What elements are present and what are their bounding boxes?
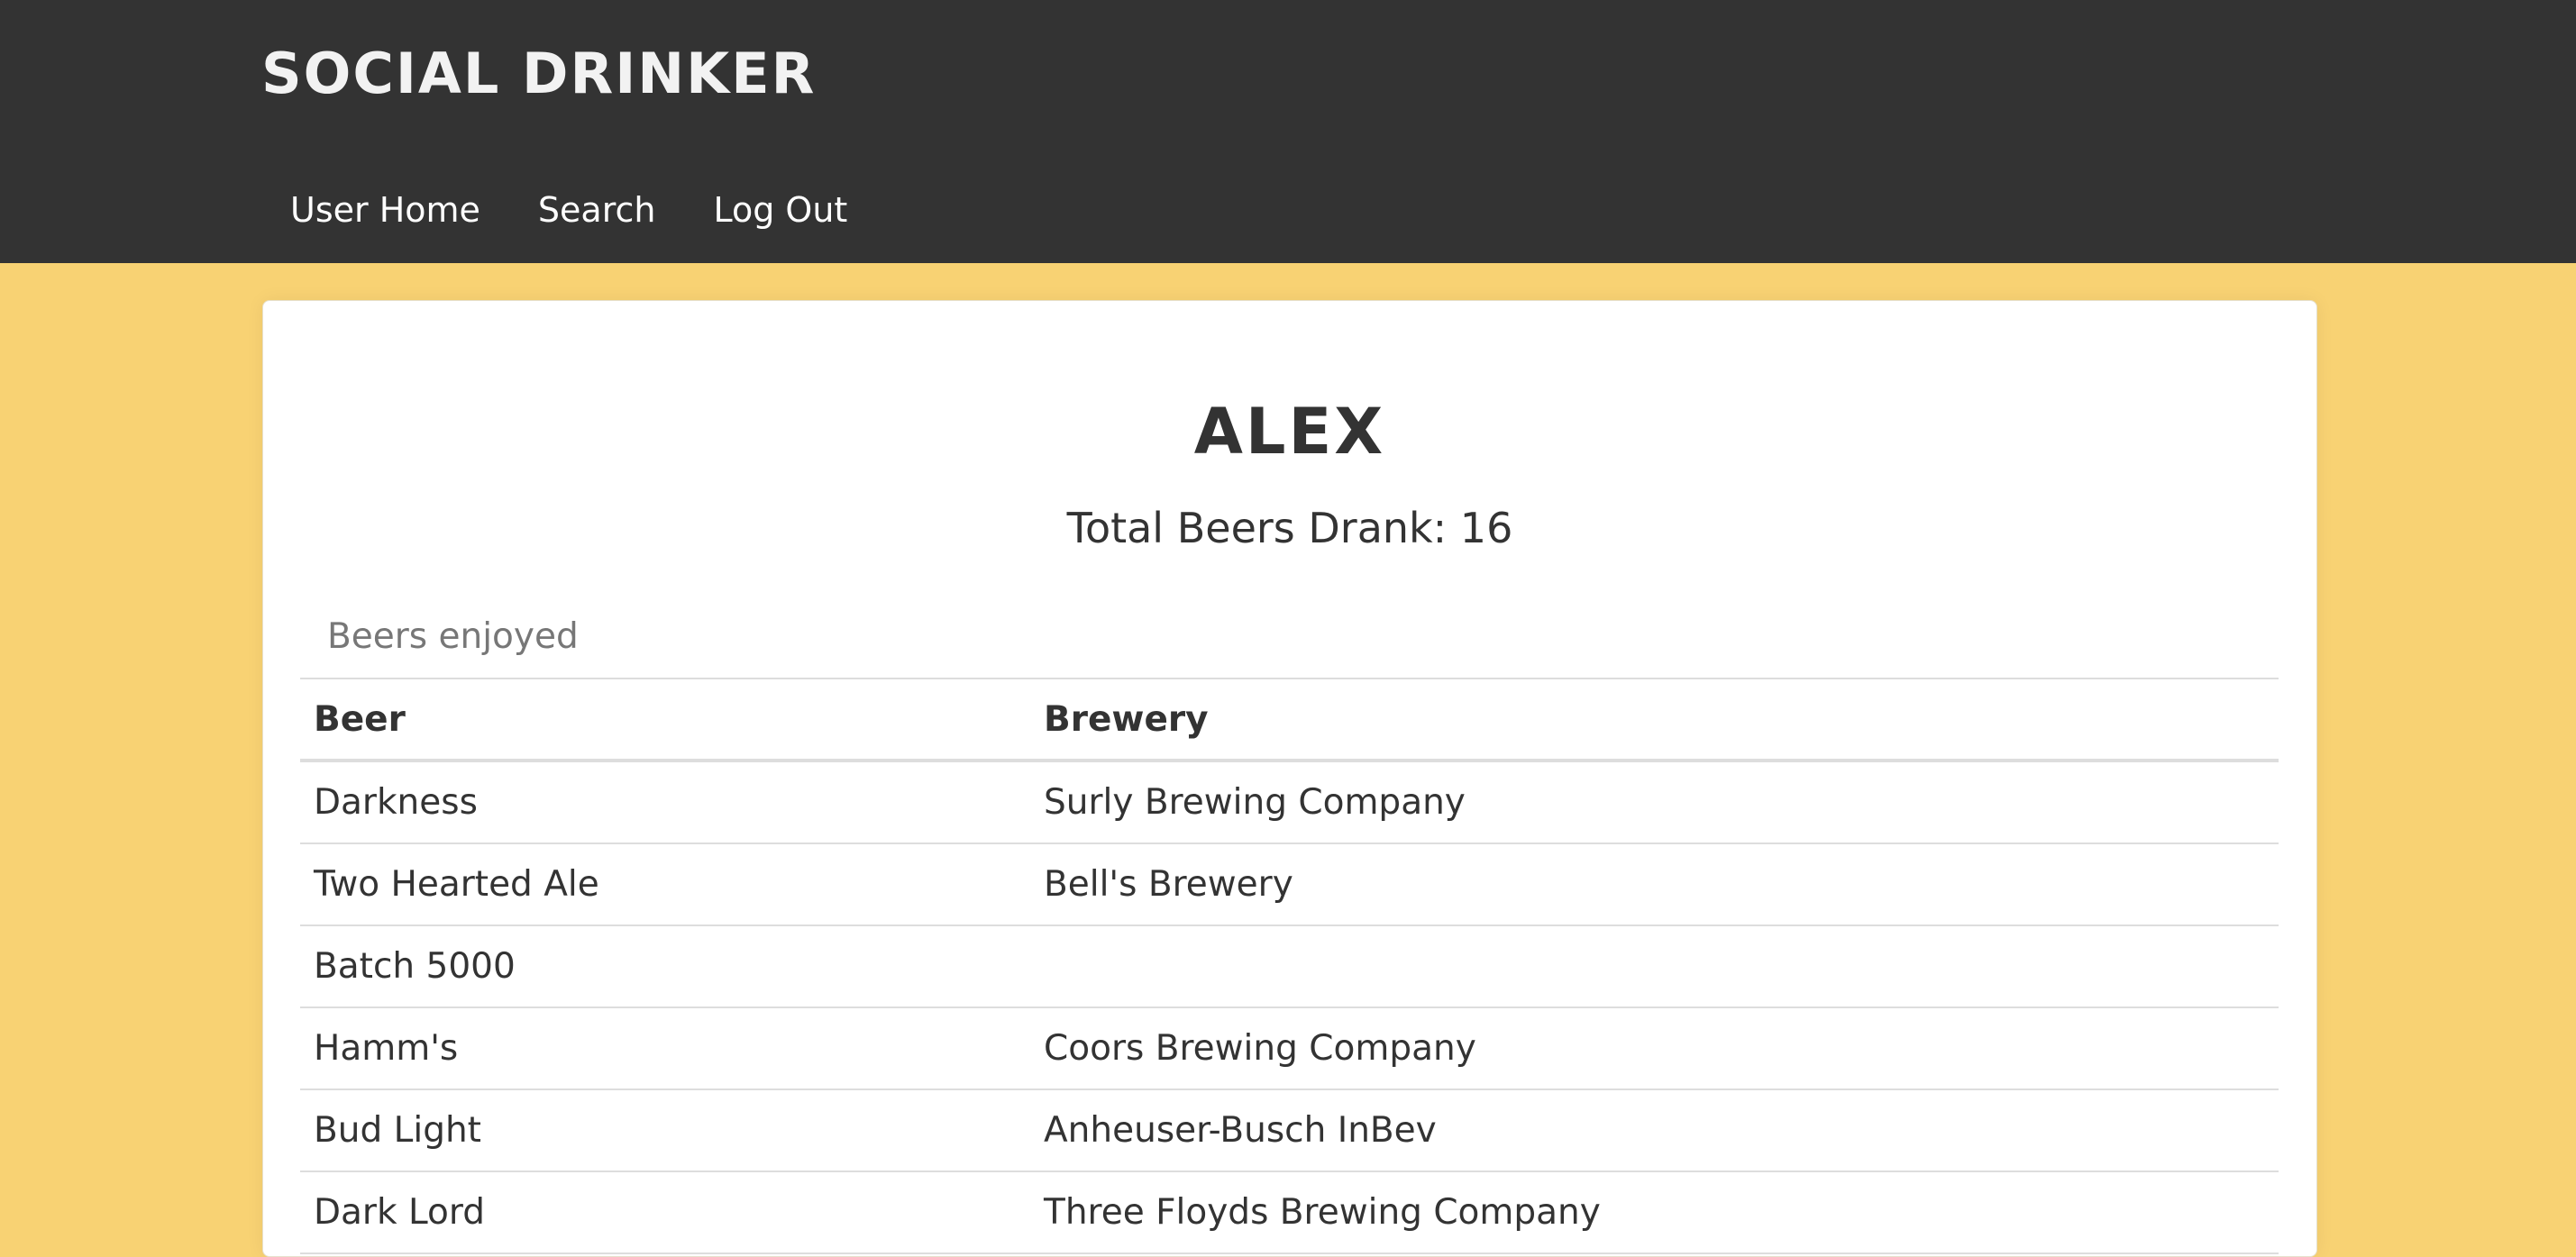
table-row: Darkness Surly Brewing Company xyxy=(300,761,2279,844)
table-row: Bud Light Anheuser-Busch InBev xyxy=(300,1089,2279,1172)
beer-cell: Two Hearted Ale xyxy=(300,843,1030,926)
table-row: Hamm's Coors Brewing Company xyxy=(300,1007,2279,1090)
table-row: Dark Lord Three Floyds Brewing Company xyxy=(300,1171,2279,1254)
brewery-cell: Bell's Brewery xyxy=(1030,843,2279,926)
nav-log-out-link[interactable]: Log Out xyxy=(684,178,876,241)
brewery-cell: Anheuser-Busch InBev xyxy=(1030,1089,2279,1172)
profile-name-heading: Alex xyxy=(1193,395,1386,469)
column-header-brewery: Brewery xyxy=(1030,678,2279,762)
brewery-cell xyxy=(1030,925,2279,1008)
brand-logo[interactable]: Social Drinker xyxy=(261,40,816,108)
beer-cell: Hamm's xyxy=(300,1007,1030,1090)
beer-cell: Dark Lord xyxy=(300,1171,1030,1254)
nav-search-link[interactable]: Search xyxy=(509,178,685,241)
beers-table-caption: Beers enjoyed xyxy=(327,616,579,657)
table-row: Two Hearted Ale Bell's Brewery xyxy=(300,843,2279,926)
nav-user-home-link[interactable]: User Home xyxy=(261,178,509,241)
beer-cell: Bud Light xyxy=(300,1089,1030,1172)
top-navbar: Social Drinker User Home Search Log Out xyxy=(0,0,2576,263)
brewery-cell: Three Floyds Brewing Company xyxy=(1030,1171,2279,1254)
brewery-cell: Coors Brewing Company xyxy=(1030,1007,2279,1090)
table-row: Batch 5000 xyxy=(300,925,2279,1008)
beer-cell: Darkness xyxy=(300,761,1030,844)
beer-cell: Batch 5000 xyxy=(300,925,1030,1008)
table-header-row: Beer Brewery xyxy=(300,678,2279,762)
main-nav: User Home Search Log Out xyxy=(261,178,876,241)
beers-table: Beer Brewery Darkness Surly Brewing Comp… xyxy=(300,678,2279,1254)
brewery-cell: Surly Brewing Company xyxy=(1030,761,2279,844)
column-header-beer: Beer xyxy=(300,678,1030,762)
total-beers-drank: Total Beers Drank: 16 xyxy=(1066,504,1513,552)
profile-card: Alex Total Beers Drank: 16 Beers enjoyed… xyxy=(262,300,2317,1257)
